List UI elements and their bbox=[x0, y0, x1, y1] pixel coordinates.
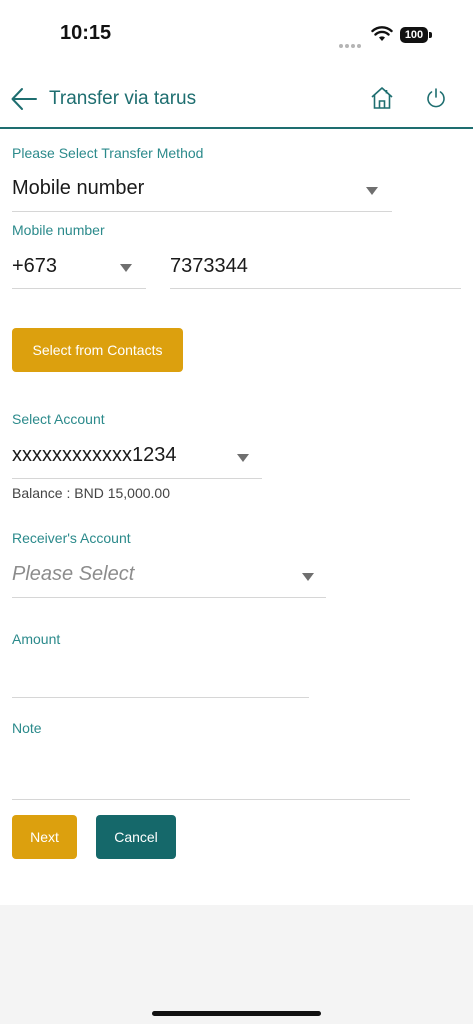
receiver-account-select[interactable]: Please Select bbox=[12, 556, 326, 598]
home-icon[interactable] bbox=[370, 86, 394, 115]
transfer-method-select[interactable]: Mobile number bbox=[12, 170, 392, 212]
bottom-panel bbox=[0, 905, 473, 1024]
next-button[interactable]: Next bbox=[12, 815, 77, 859]
select-from-contacts-button[interactable]: Select from Contacts bbox=[12, 328, 183, 372]
chevron-down-icon bbox=[302, 573, 314, 581]
field-underline bbox=[170, 288, 461, 289]
mobile-number-input[interactable]: 7373344 bbox=[170, 248, 461, 290]
mobile-number-value: 7373344 bbox=[170, 255, 248, 277]
header-divider bbox=[0, 127, 473, 129]
note-label: Note bbox=[12, 720, 42, 736]
power-icon[interactable] bbox=[425, 87, 447, 114]
chevron-down-icon bbox=[366, 187, 378, 195]
field-underline bbox=[12, 697, 309, 698]
account-select[interactable]: xxxxxxxxxxxx1234 bbox=[12, 437, 262, 479]
page-title: Transfer via tarus bbox=[49, 88, 197, 109]
field-underline bbox=[12, 799, 410, 800]
field-underline bbox=[12, 478, 262, 479]
battery-level: 100 bbox=[400, 27, 428, 43]
signal-dots-icon bbox=[339, 37, 363, 55]
receiver-account-placeholder: Please Select bbox=[12, 563, 135, 585]
field-underline bbox=[12, 597, 326, 598]
amount-label: Amount bbox=[12, 631, 61, 647]
home-indicator[interactable] bbox=[152, 1011, 321, 1016]
status-time: 10:15 bbox=[60, 22, 112, 44]
battery-icon: 100 bbox=[400, 27, 432, 43]
account-value: xxxxxxxxxxxx1234 bbox=[12, 444, 177, 466]
mobile-number-label: Mobile number bbox=[12, 222, 105, 238]
back-arrow-icon[interactable] bbox=[10, 86, 38, 117]
account-balance: Balance : BND 15,000.00 bbox=[12, 485, 170, 501]
transfer-method-label: Please Select Transfer Method bbox=[12, 145, 204, 161]
chevron-down-icon bbox=[237, 454, 249, 462]
country-code-select[interactable]: +673 bbox=[12, 248, 146, 290]
receivers-account-label: Receiver's Account bbox=[12, 530, 131, 546]
country-code-value: +673 bbox=[12, 255, 58, 277]
chevron-down-icon bbox=[120, 264, 132, 272]
amount-input[interactable] bbox=[12, 655, 309, 699]
transfer-method-value: Mobile number bbox=[12, 177, 145, 199]
select-account-label: Select Account bbox=[12, 411, 105, 427]
note-input[interactable] bbox=[12, 745, 410, 801]
field-underline bbox=[12, 288, 146, 289]
cancel-button[interactable]: Cancel bbox=[96, 815, 176, 859]
field-underline bbox=[12, 211, 392, 212]
wifi-icon bbox=[371, 26, 393, 47]
